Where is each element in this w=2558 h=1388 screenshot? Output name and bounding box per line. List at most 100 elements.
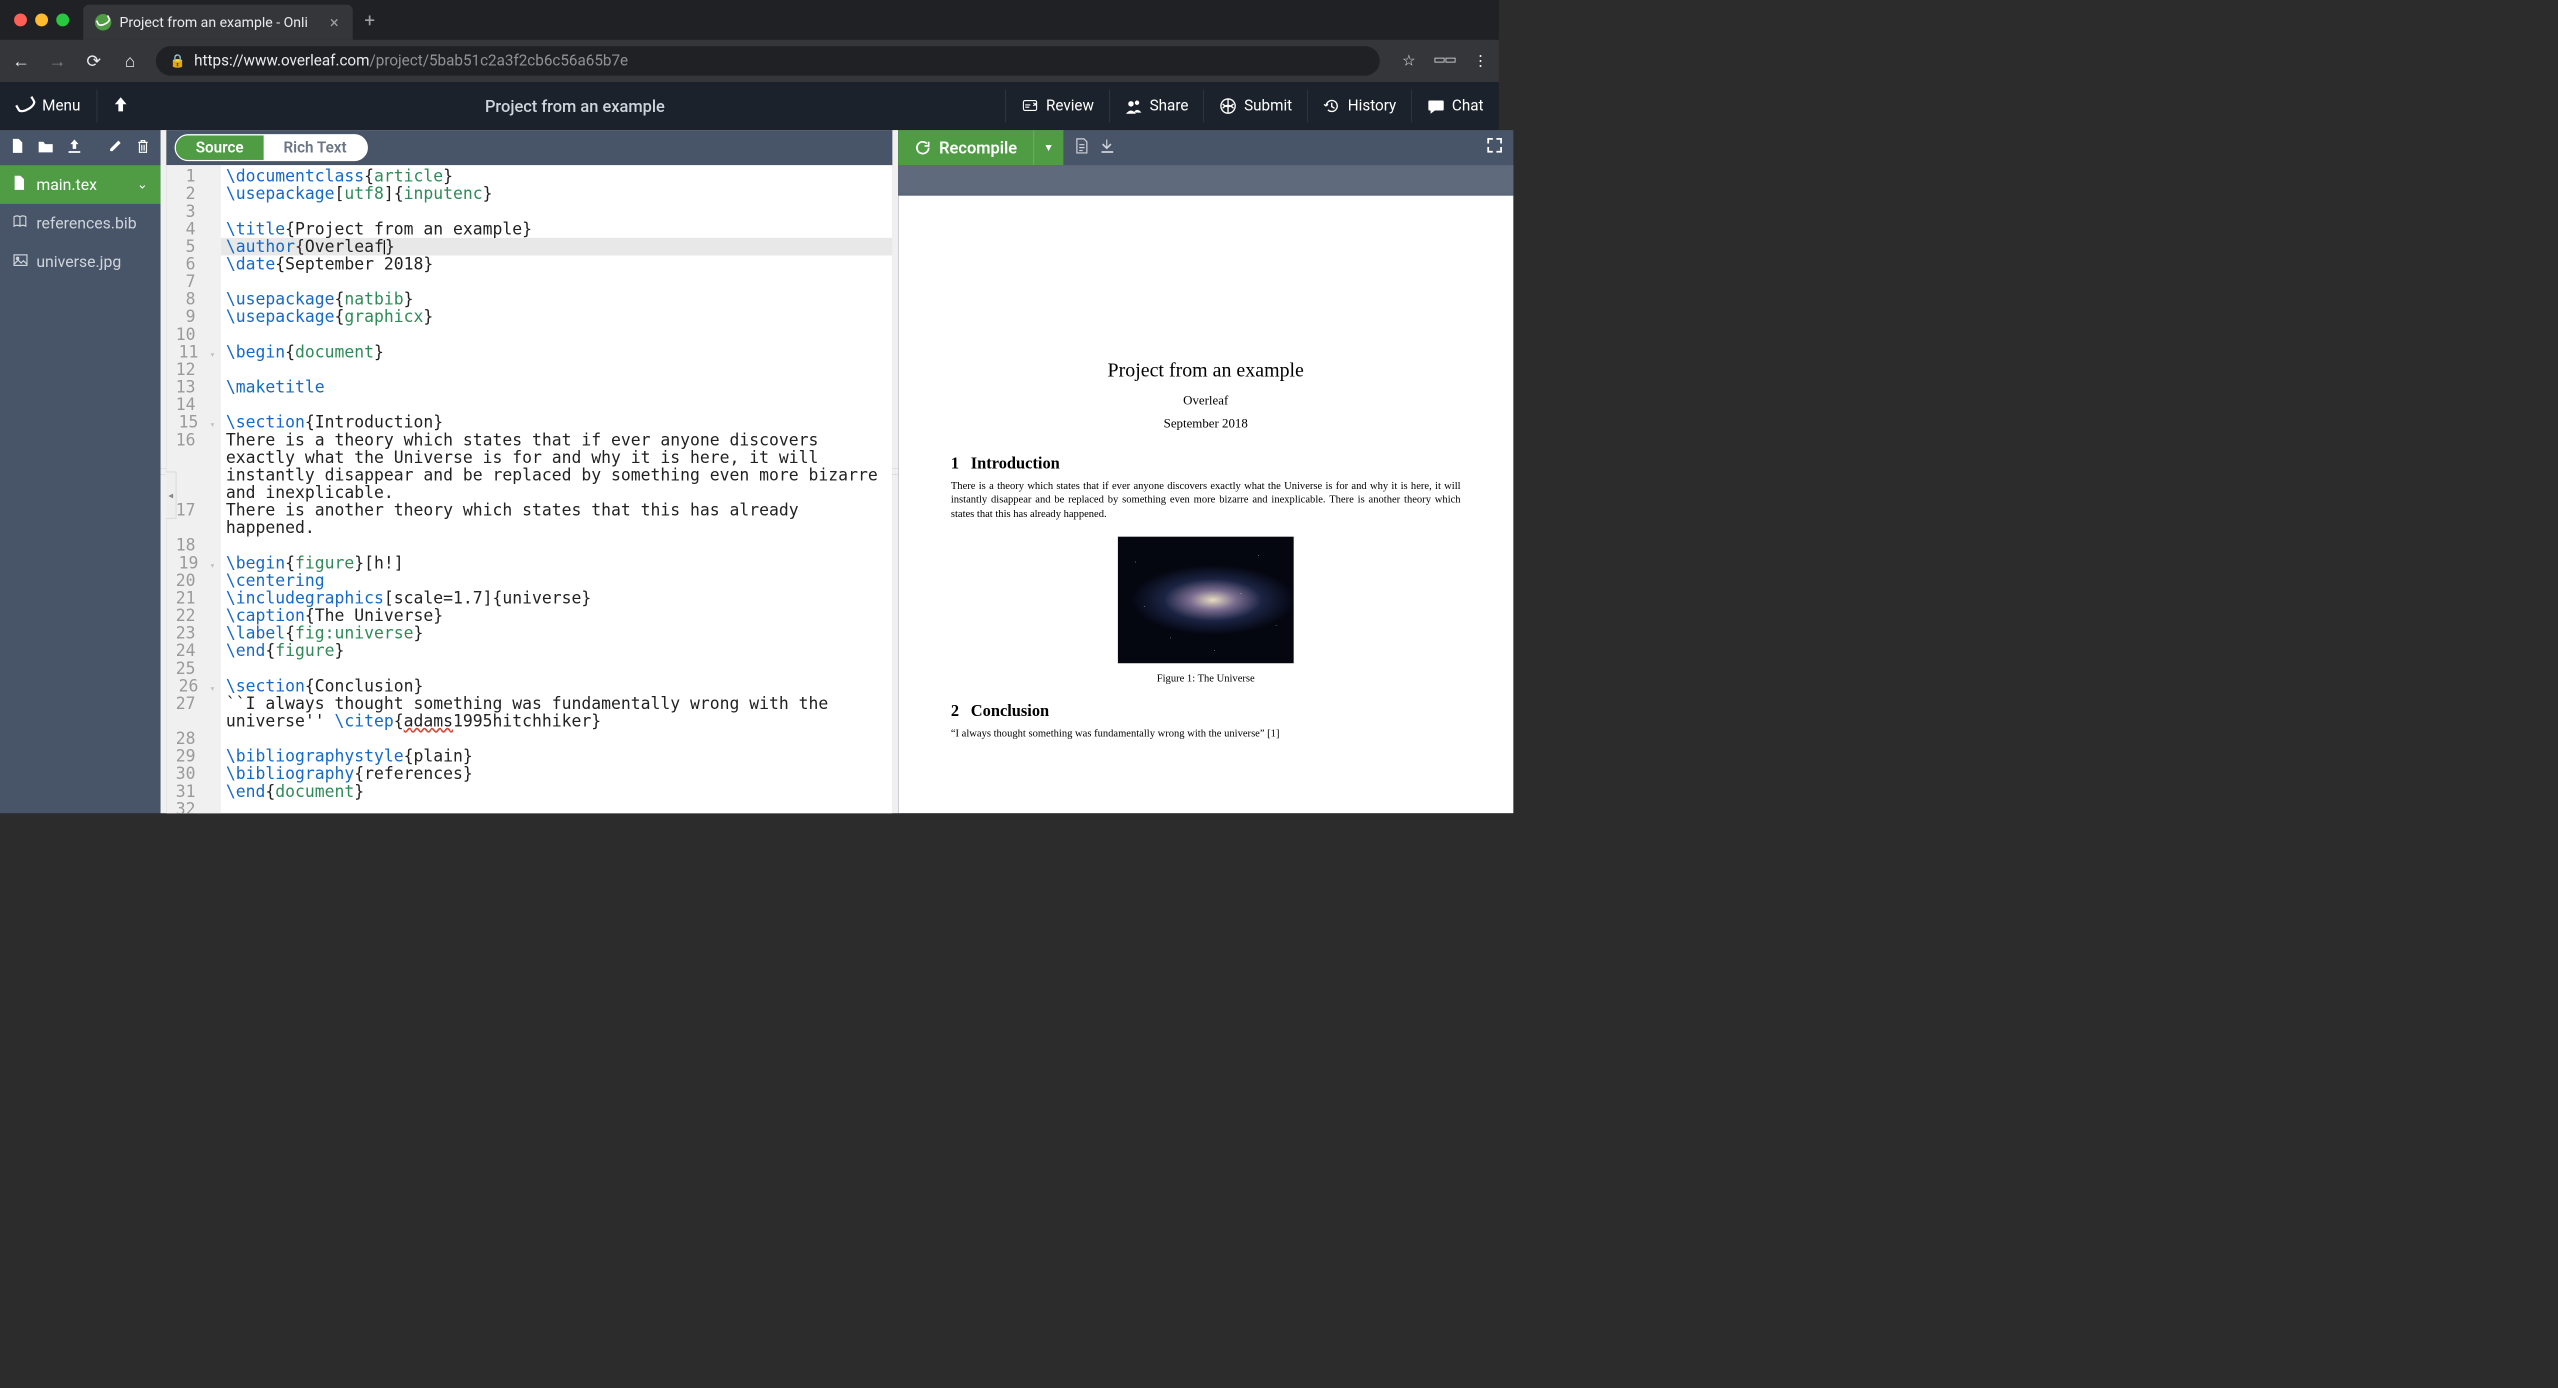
chat-button[interactable]: Chat bbox=[1412, 82, 1499, 130]
url-host: www.overleaf.com bbox=[244, 52, 370, 70]
code-line[interactable]: \maketitle bbox=[226, 378, 888, 396]
code-line[interactable]: \section{Conclusion} bbox=[226, 677, 888, 695]
nav-back-icon[interactable]: ← bbox=[11, 51, 32, 72]
recompile-group: Recompile ▼ bbox=[898, 130, 1063, 165]
pdf-section-2: 2Conclusion bbox=[951, 702, 1461, 721]
pdf-figure: Figure 1: The Universe bbox=[951, 537, 1461, 685]
recompile-button[interactable]: Recompile bbox=[898, 130, 1033, 165]
bookmark-star-icon[interactable]: ☆ bbox=[1402, 52, 1416, 70]
file-tree-item[interactable]: references.bib bbox=[0, 204, 161, 243]
download-pdf-icon[interactable] bbox=[1100, 138, 1115, 157]
code-line[interactable]: \label{fig:universe} bbox=[226, 625, 888, 643]
pdf-section-1: 1Introduction bbox=[951, 455, 1461, 474]
window-minimize-icon[interactable] bbox=[35, 13, 48, 26]
code-line[interactable]: \end{document} bbox=[226, 783, 888, 801]
address-bar: ← → ⟳ ⌂ 🔒 https://www.overleaf.com/proje… bbox=[0, 40, 1499, 82]
code-line[interactable]: \centering bbox=[226, 572, 888, 590]
pdf-pane: Recompile ▼ Project from an example Over… bbox=[898, 130, 1513, 813]
url-protocol: https:// bbox=[194, 52, 243, 70]
logs-icon[interactable] bbox=[1074, 137, 1089, 159]
window-close-icon[interactable] bbox=[14, 13, 27, 26]
code-line[interactable]: \date{September 2018} bbox=[226, 255, 888, 273]
fullscreen-icon[interactable] bbox=[1486, 137, 1502, 158]
project-title: Project from an example bbox=[144, 96, 1005, 115]
workspace: main.tex⌄references.bibuniverse.jpg ⋮⋮ S… bbox=[0, 130, 1499, 813]
chevron-down-icon[interactable]: ⌄ bbox=[137, 177, 148, 192]
delete-icon[interactable] bbox=[136, 137, 150, 158]
code-line[interactable]: \author{Overleaf} bbox=[221, 238, 892, 256]
pdf-paragraph-1: There is a theory which states that if e… bbox=[951, 479, 1461, 520]
file-tree-item[interactable]: universe.jpg bbox=[0, 243, 161, 282]
window-controls bbox=[0, 13, 83, 26]
file-tree-toolbar bbox=[0, 130, 161, 165]
pdf-date: September 2018 bbox=[951, 416, 1461, 431]
tab-title: Project from an example - Onli bbox=[120, 14, 308, 30]
file-tree-item[interactable]: main.tex⌄ bbox=[0, 165, 161, 204]
code-line[interactable]: \begin{document} bbox=[226, 343, 888, 361]
code-line[interactable]: \title{Project from an example} bbox=[226, 220, 888, 238]
code-line[interactable]: \includegraphics[scale=1.7]{universe} bbox=[226, 589, 888, 607]
new-tab-icon[interactable]: + bbox=[364, 9, 375, 31]
upload-icon[interactable] bbox=[67, 138, 82, 157]
pdf-page: Project from an example Overleaf Septemb… bbox=[898, 196, 1513, 814]
code-line[interactable]: \usepackage[utf8]{inputenc} bbox=[226, 185, 888, 203]
collapse-filetree-icon[interactable]: ◂ bbox=[166, 472, 177, 519]
browser-chrome: Project from an example - Onli × + ← → ⟳… bbox=[0, 0, 1499, 82]
code-line[interactable]: \usepackage{natbib} bbox=[226, 291, 888, 309]
code-line[interactable]: ``I always thought something was fundame… bbox=[226, 695, 888, 713]
nav-reload-icon[interactable]: ⟳ bbox=[83, 51, 104, 72]
file-tree: main.tex⌄ references.bib universe.jpg bbox=[0, 130, 161, 813]
code-line[interactable]: \bibliographystyle{plain} bbox=[226, 748, 888, 766]
review-button[interactable]: Review bbox=[1006, 82, 1109, 130]
tab-rich-text[interactable]: Rich Text bbox=[264, 135, 367, 160]
code-line[interactable] bbox=[226, 326, 888, 344]
code-line[interactable] bbox=[226, 730, 888, 748]
code-line[interactable] bbox=[226, 203, 888, 221]
window-maximize-icon[interactable] bbox=[56, 13, 69, 26]
code-line[interactable] bbox=[226, 361, 888, 379]
recompile-dropdown-icon[interactable]: ▼ bbox=[1033, 130, 1063, 165]
code-line[interactable]: \documentclass{article} bbox=[226, 168, 888, 186]
rename-icon[interactable] bbox=[108, 138, 123, 157]
nav-forward-icon[interactable]: → bbox=[47, 51, 68, 72]
code-line[interactable] bbox=[226, 273, 888, 291]
lock-icon: 🔒 bbox=[170, 54, 186, 69]
code-line[interactable]: \caption{The Universe} bbox=[226, 607, 888, 625]
pdf-viewport[interactable]: Project from an example Overleaf Septemb… bbox=[898, 165, 1513, 813]
submit-button[interactable]: Submit bbox=[1204, 82, 1307, 130]
browser-tab[interactable]: Project from an example - Onli × bbox=[83, 5, 353, 40]
code-line[interactable]: \usepackage{graphicx} bbox=[226, 308, 888, 326]
overleaf-logo-icon bbox=[16, 97, 35, 116]
code-line[interactable]: There is another theory which states tha… bbox=[226, 502, 888, 520]
browser-menu-icon[interactable]: ⋮ bbox=[1473, 52, 1488, 70]
code-line[interactable]: \begin{figure}[h!] bbox=[226, 554, 888, 572]
code-line[interactable]: \end{figure} bbox=[226, 642, 888, 660]
history-button[interactable]: History bbox=[1308, 82, 1412, 130]
extensions-icon[interactable]: ▭▭ bbox=[1433, 52, 1455, 70]
share-button[interactable]: Share bbox=[1110, 82, 1204, 130]
code-line[interactable]: There is a theory which states that if e… bbox=[226, 431, 888, 449]
code-line[interactable] bbox=[226, 800, 888, 813]
back-to-projects-icon[interactable] bbox=[97, 96, 144, 117]
image-icon bbox=[13, 254, 27, 270]
code-line[interactable] bbox=[226, 537, 888, 555]
file-name: references.bib bbox=[36, 214, 136, 233]
code-line[interactable] bbox=[226, 660, 888, 678]
menu-button[interactable]: Menu bbox=[0, 82, 97, 130]
tab-close-icon[interactable]: × bbox=[330, 13, 339, 32]
code-editor[interactable]: 1 2 3 4 5 6 7 8 9 10 11 ▾12 13 14 15 ▾16… bbox=[166, 165, 892, 813]
code-content[interactable]: \documentclass{article}\usepackage[utf8]… bbox=[221, 165, 892, 813]
new-folder-icon[interactable] bbox=[37, 138, 53, 157]
editor-mode-toggle: Source Rich Text bbox=[175, 134, 368, 161]
new-file-icon[interactable] bbox=[11, 137, 25, 158]
editor-toolbar: Source Rich Text bbox=[166, 130, 892, 165]
file-icon bbox=[13, 175, 27, 194]
url-input[interactable]: 🔒 https://www.overleaf.com/project/5bab5… bbox=[156, 46, 1380, 75]
tab-source[interactable]: Source bbox=[176, 135, 264, 160]
code-line[interactable]: \bibliography{references} bbox=[226, 765, 888, 783]
editor-pane: Source Rich Text ◂ 1 2 3 4 5 6 7 8 9 10 … bbox=[166, 130, 892, 813]
nav-home-icon[interactable]: ⌂ bbox=[120, 51, 141, 72]
pdf-quote: “I always thought something was fundamen… bbox=[951, 727, 1461, 741]
code-line[interactable] bbox=[226, 396, 888, 414]
code-line[interactable]: \section{Introduction} bbox=[226, 414, 888, 432]
